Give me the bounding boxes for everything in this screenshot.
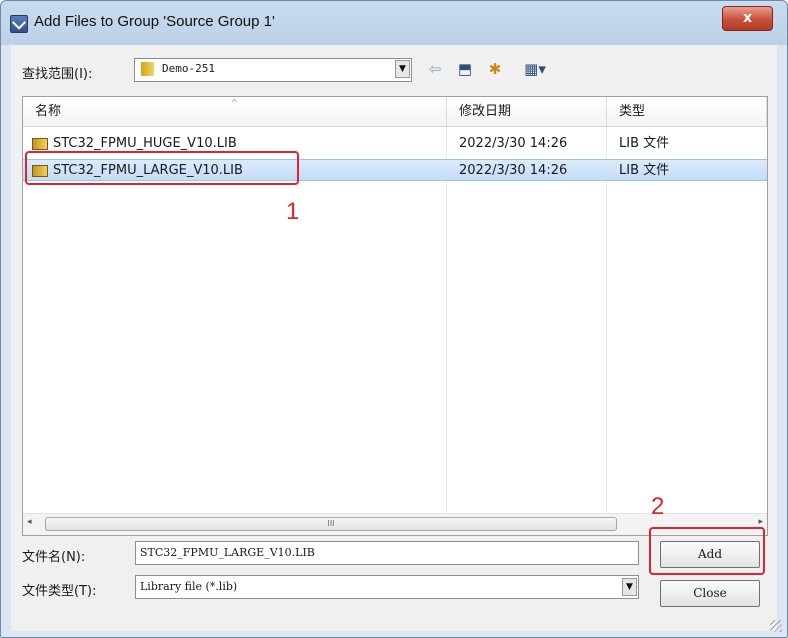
column-divider	[446, 127, 447, 513]
file-type-combobox[interactable]: Library file (*.lib) ▼	[135, 575, 639, 599]
column-header-name-label: 名称	[35, 104, 62, 119]
up-folder-icon[interactable]: ⬒	[455, 59, 475, 79]
close-button[interactable]: Close	[660, 580, 760, 607]
column-divider	[606, 127, 607, 513]
column-header-type-label: 类型	[619, 104, 646, 119]
file-type-value: Library file (*.lib)	[140, 580, 238, 593]
window-title: Add Files to Group 'Source Group 1'	[34, 13, 275, 30]
chevron-down-icon[interactable]: ▼	[622, 578, 637, 596]
file-name-label: 文件名(N):	[22, 550, 86, 565]
new-folder-icon[interactable]: ✱	[484, 59, 506, 79]
file-type-cell: LIB 文件	[619, 136, 670, 151]
file-type-label: 文件类型(T):	[22, 584, 97, 599]
title-bar[interactable]: Add Files to Group 'Source Group 1' x	[1, 1, 787, 45]
column-header-name[interactable]: 名称 ^	[23, 97, 447, 127]
look-in-value: Demo-251	[162, 62, 215, 75]
column-header-date-label: 修改日期	[459, 104, 512, 119]
app-icon	[10, 15, 28, 33]
scroll-right-icon[interactable]: ▸	[758, 517, 763, 527]
annotation-number-1: 1	[286, 198, 300, 225]
file-type-cell: LIB 文件	[619, 163, 670, 178]
annotation-number-2: 2	[651, 493, 665, 520]
scroll-left-icon[interactable]: ◂	[27, 517, 32, 527]
annotation-highlight-file	[25, 151, 299, 185]
view-menu-icon[interactable]: ▦▾	[516, 59, 554, 79]
look-in-label: 查找范围(I):	[22, 67, 93, 82]
scroll-thumb[interactable]: III	[45, 517, 617, 531]
library-file-icon	[32, 138, 48, 150]
look-in-combobox[interactable]: Demo-251 ▼	[134, 58, 412, 82]
folder-icon	[141, 62, 154, 76]
sort-arrow-icon: ^	[231, 98, 238, 107]
back-arrow-icon[interactable]: ⇦	[426, 59, 444, 79]
annotation-highlight-add	[649, 527, 765, 575]
file-date-cell: 2022/3/30 14:26	[459, 163, 568, 178]
file-date-cell: 2022/3/30 14:26	[459, 136, 568, 151]
chevron-down-icon[interactable]: ▼	[395, 60, 410, 78]
column-header-type[interactable]: 类型	[607, 97, 767, 127]
column-header-date[interactable]: 修改日期	[447, 97, 607, 127]
file-name-input[interactable]: STC32_FPMU_LARGE_V10.LIB	[135, 541, 639, 565]
window-close-button[interactable]: x	[722, 6, 773, 31]
resize-grip[interactable]	[770, 620, 782, 632]
